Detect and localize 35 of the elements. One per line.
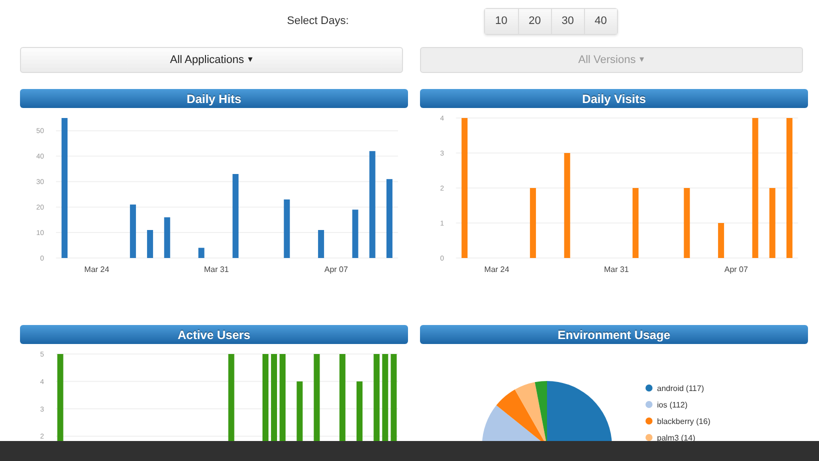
x-axis-label: Apr 07: [724, 265, 748, 274]
bar: [147, 230, 154, 258]
bar: [164, 217, 170, 258]
bar: [530, 188, 536, 258]
bar: [198, 248, 204, 258]
bar: [130, 204, 136, 258]
bar: [632, 188, 639, 258]
filter-dropdown[interactable]: All Applications ▾: [20, 47, 403, 73]
panel-header: Environment Usage: [420, 325, 808, 344]
days-button[interactable]: 20: [518, 8, 551, 34]
legend-dot: [646, 401, 652, 408]
legend-dot: [646, 418, 652, 424]
x-axis-label: Mar 24: [484, 265, 510, 274]
bar: [352, 210, 358, 258]
bar: [769, 188, 776, 258]
x-axis-label: Mar 24: [84, 265, 110, 274]
legend-dot: [646, 434, 652, 441]
panel-header: Daily Hits: [20, 89, 408, 108]
days-button[interactable]: 40: [584, 8, 617, 34]
panel-header: Daily Visits: [420, 89, 808, 108]
x-axis-label: Apr 07: [324, 265, 348, 274]
x-axis-label: Mar 31: [204, 265, 229, 274]
days-button[interactable]: 30: [550, 8, 584, 34]
bar: [284, 199, 290, 258]
bar: [718, 223, 724, 258]
bar: [684, 188, 690, 258]
select-days-label: Select Days:: [287, 14, 349, 29]
legend-dot: [646, 384, 652, 392]
legend-label: blackberry (16): [657, 417, 710, 426]
legend-label: android (117): [657, 384, 704, 393]
bar: [318, 230, 324, 258]
days-button[interactable]: 10: [484, 8, 518, 34]
legend-label: ios (112): [657, 400, 688, 410]
x-axis-label: Mar 31: [604, 265, 629, 274]
panel-header: Active Users: [20, 325, 408, 344]
